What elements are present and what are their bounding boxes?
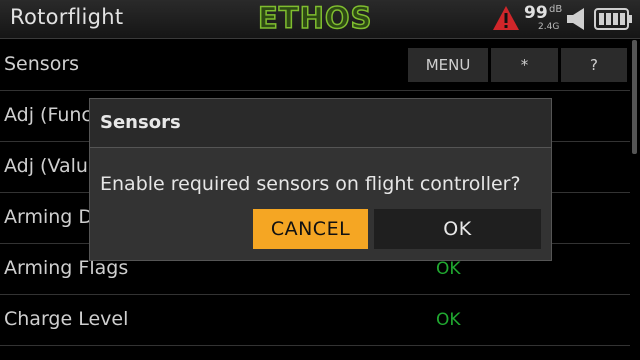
- list-item-label: Charge Level: [4, 308, 129, 330]
- warning-icon: [492, 5, 520, 35]
- list-header-label: Sensors: [4, 53, 80, 75]
- ok-button[interactable]: OK: [374, 209, 541, 249]
- sensors-dialog: Sensors Enable required sensors on fligh…: [89, 98, 552, 261]
- list-item-value: OK: [436, 310, 461, 330]
- app-title: Rotorflight: [10, 5, 124, 29]
- star-button[interactable]: *: [491, 48, 558, 82]
- battery-icon: [594, 8, 634, 34]
- list-header-row: Sensors MENU * ?: [0, 40, 630, 91]
- rssi-frequency: 2.4G: [538, 22, 560, 32]
- title-bar: Rotorflight ETHOS 99 dB 2.4G: [0, 0, 640, 39]
- rssi-value: 99: [524, 3, 548, 23]
- list-item[interactable]: Charge Level OK: [0, 295, 630, 346]
- list-item-value: OK: [436, 259, 461, 279]
- dialog-header: Sensors: [90, 99, 551, 148]
- cancel-button[interactable]: CANCEL: [253, 209, 368, 249]
- scrollbar[interactable]: [632, 40, 637, 154]
- ethos-logo: ETHOS: [257, 0, 373, 36]
- speaker-icon[interactable]: [566, 7, 588, 35]
- rssi-unit: dB: [549, 4, 563, 15]
- dialog-title: Sensors: [100, 112, 181, 133]
- menu-button[interactable]: MENU: [408, 48, 488, 82]
- dialog-message: Enable required sensors on flight contro…: [100, 173, 521, 195]
- help-button[interactable]: ?: [561, 48, 627, 82]
